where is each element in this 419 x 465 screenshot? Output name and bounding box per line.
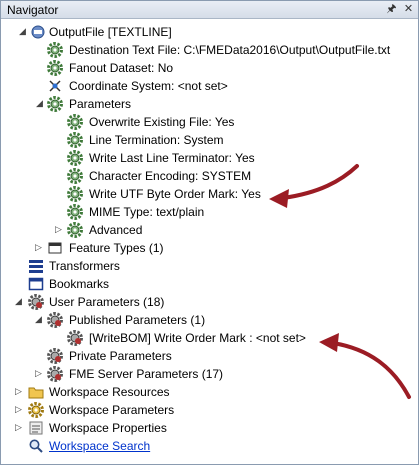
tree-label: Transformers	[49, 259, 120, 273]
tree-item-overwrite[interactable]: Overwrite Existing File: Yes	[1, 113, 418, 131]
tree-item-advanced[interactable]: ▷ Advanced	[1, 221, 418, 239]
coordinate-system-icon	[49, 80, 61, 92]
expand-arrow-icon[interactable]: ▷	[14, 405, 23, 414]
gear-icon	[67, 204, 83, 220]
workspace-gear-icon	[28, 402, 44, 418]
expand-arrow-icon[interactable]: ▷	[54, 225, 63, 234]
tree-label: Fanout Dataset: No	[69, 61, 174, 75]
tree-item-output-file[interactable]: ◢ OutputFile [TEXTLINE]	[1, 23, 418, 41]
user-parameter-gear-icon	[47, 348, 63, 364]
tree-label: Bookmarks	[49, 277, 110, 291]
tree-label: Workspace Resources	[49, 385, 170, 399]
tree-label: MIME Type: text/plain	[89, 205, 205, 219]
collapse-arrow-icon[interactable]: ◢	[18, 27, 27, 36]
tree-label: Coordinate System: <not set>	[69, 79, 228, 93]
tree-item-write-utf-bom[interactable]: Write UTF Byte Order Mark: Yes	[1, 185, 418, 203]
tree-item-workspace-resources[interactable]: ▷ Workspace Resources	[1, 383, 418, 401]
feature-type-icon	[48, 242, 62, 254]
folder-icon	[28, 387, 44, 399]
tree-item-fanout[interactable]: Fanout Dataset: No	[1, 59, 418, 77]
properties-icon	[29, 421, 43, 435]
tree-item-last-line-terminator[interactable]: Write Last Line Terminator: Yes	[1, 149, 418, 167]
tree-item-destination[interactable]: Destination Text File: C:\FMEData2016\Ou…	[1, 41, 418, 59]
tree-item-coordinate-system[interactable]: Coordinate System: <not set>	[1, 77, 418, 95]
bookmarks-icon	[28, 277, 44, 291]
expand-arrow-icon[interactable]: ▷	[14, 387, 23, 396]
gear-icon	[47, 60, 63, 76]
tree-label: Advanced	[89, 223, 143, 237]
tree-item-workspace-parameters[interactable]: ▷ Workspace Parameters	[1, 401, 418, 419]
search-icon	[29, 439, 43, 453]
tree-item-private-parameters[interactable]: Private Parameters	[1, 347, 418, 365]
panel-titlebar: Navigator 🖈 ✕	[1, 1, 418, 19]
tree-label: OutputFile [TEXTLINE]	[49, 25, 172, 39]
gear-icon	[67, 150, 83, 166]
gear-icon	[67, 132, 83, 148]
user-parameter-gear-icon	[28, 294, 44, 310]
tree-item-parameters[interactable]: ◢ Parameters	[1, 95, 418, 113]
tree-label: Write UTF Byte Order Mark: Yes	[89, 187, 261, 201]
tree-item-writebom[interactable]: [WriteBOM] Write Order Mark : <not set>	[1, 329, 418, 347]
tree-label: User Parameters (18)	[49, 295, 165, 309]
gear-icon	[67, 222, 83, 238]
tree-label: Private Parameters	[69, 349, 172, 363]
tree-label: [WriteBOM] Write Order Mark : <not set>	[89, 331, 306, 345]
tree-item-fme-server-parameters[interactable]: ▷ FME Server Parameters (17)	[1, 365, 418, 383]
expand-arrow-icon[interactable]: ▷	[34, 243, 43, 252]
tree-item-character-encoding[interactable]: Character Encoding: SYSTEM	[1, 167, 418, 185]
tree-label: Destination Text File: C:\FMEData2016\Ou…	[69, 43, 391, 57]
pin-icon[interactable]: 🖈	[384, 2, 399, 16]
workspace-search-link[interactable]: Workspace Search	[49, 437, 150, 455]
tree-label: Workspace Properties	[49, 421, 167, 435]
gear-icon	[67, 186, 83, 202]
collapse-arrow-icon[interactable]: ◢	[34, 315, 43, 324]
tree-item-user-parameters[interactable]: ◢ User Parameters (18)	[1, 293, 418, 311]
tree-item-feature-types[interactable]: ▷ Feature Types (1)	[1, 239, 418, 257]
tree-label: FME Server Parameters (17)	[69, 367, 224, 381]
navigator-panel: Navigator 🖈 ✕ ◢ OutputFile [TEXTLINE] De…	[0, 0, 419, 465]
tree-label: Workspace Parameters	[49, 403, 175, 417]
tree-label: Character Encoding: SYSTEM	[89, 169, 252, 183]
tree-item-mime-type[interactable]: MIME Type: text/plain	[1, 203, 418, 221]
tree-item-workspace-properties[interactable]: ▷ Workspace Properties	[1, 419, 418, 437]
close-icon[interactable]: ✕	[401, 2, 416, 16]
tree-item-published-parameters[interactable]: ◢ Published Parameters (1)	[1, 311, 418, 329]
writer-icon	[31, 25, 45, 39]
tree-item-transformers[interactable]: Transformers	[1, 257, 418, 275]
collapse-arrow-icon[interactable]: ◢	[14, 297, 23, 306]
tree-label: Parameters	[69, 97, 132, 111]
user-parameter-gear-icon	[47, 312, 63, 328]
tree-label: Feature Types (1)	[69, 241, 164, 255]
transformers-icon	[29, 260, 43, 273]
expand-arrow-icon[interactable]: ▷	[34, 369, 43, 378]
gear-icon	[67, 114, 83, 130]
gear-icon	[47, 42, 63, 58]
tree-label: Write Last Line Terminator: Yes	[89, 151, 255, 165]
collapse-arrow-icon[interactable]: ◢	[35, 99, 44, 108]
tree-label: Line Termination: System	[89, 133, 224, 147]
gear-icon	[47, 96, 63, 112]
user-parameter-gear-icon	[47, 366, 63, 382]
tree-item-workspace-search[interactable]: Workspace Search	[1, 437, 418, 455]
expand-arrow-icon[interactable]: ▷	[14, 423, 23, 432]
panel-title: Navigator	[7, 3, 59, 17]
gear-icon	[67, 168, 83, 184]
tree-label: Published Parameters (1)	[69, 313, 206, 327]
tree-item-line-termination[interactable]: Line Termination: System	[1, 131, 418, 149]
tree-label: Overwrite Existing File: Yes	[89, 115, 235, 129]
tree-item-bookmarks[interactable]: Bookmarks	[1, 275, 418, 293]
user-parameter-gear-icon	[67, 330, 83, 346]
